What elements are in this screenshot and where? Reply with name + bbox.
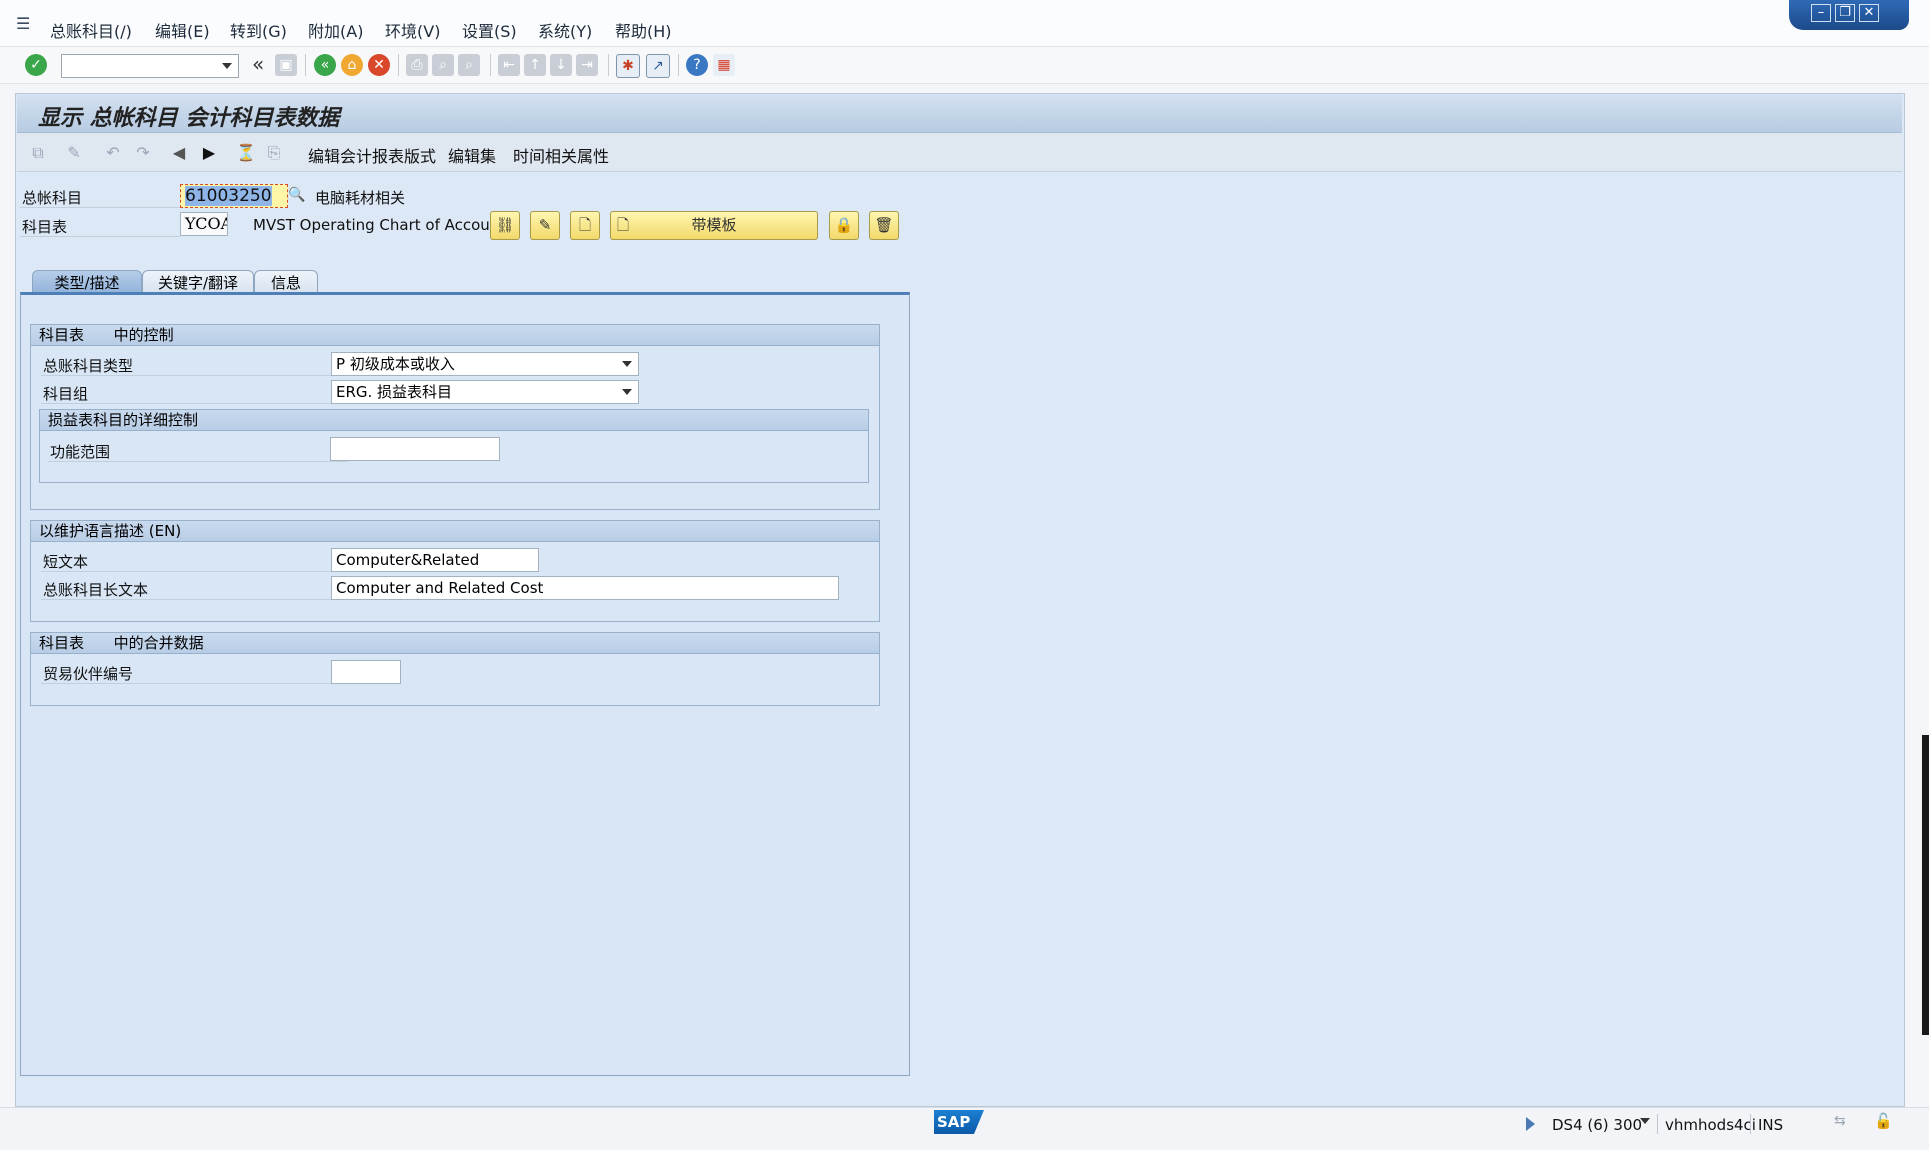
cancel-icon[interactable]: ✕ xyxy=(368,54,390,76)
delete-trash-icon[interactable]: 🗑 xyxy=(869,211,899,240)
redo-icon[interactable]: ↷ xyxy=(133,143,153,163)
status-expand-icon[interactable] xyxy=(1526,1117,1535,1131)
gl-account-description: 电脑耗材相关 xyxy=(315,189,406,207)
save-icon[interactable]: ▣ xyxy=(275,54,297,76)
first-page-icon[interactable]: ⇤ xyxy=(498,54,520,76)
menu-settings[interactable]: 设置(S) xyxy=(462,18,517,42)
menu-gl-account[interactable]: 总账科目(/) xyxy=(50,18,132,42)
window-scrollbar[interactable] xyxy=(1922,735,1929,1035)
window-controls: – ❐ ✕ xyxy=(1789,0,1909,30)
group-description-title: 以维护语言描述 (EN) xyxy=(31,521,879,542)
coa-description: MVST Operating Chart of Accou.. xyxy=(253,216,500,234)
find-icon[interactable]: ⌕ xyxy=(432,54,454,76)
page-title: 显示 总帐科目 会计科目表数据 xyxy=(38,105,340,131)
shortcut-icon[interactable]: ↗ xyxy=(646,54,670,78)
help-icon[interactable]: ? xyxy=(686,54,708,76)
system-info: DS4 (6) 300 xyxy=(1552,1116,1643,1134)
trading-partner-label: 贸易伙伴编号 xyxy=(43,665,134,683)
time-dependent-attributes-button[interactable]: 时间相关属性 xyxy=(513,143,609,167)
lock-icon[interactable]: 🔒 xyxy=(829,211,859,240)
customize-layout-icon[interactable]: ▦ xyxy=(713,54,735,76)
account-group-label: 科目组 xyxy=(43,385,89,403)
previous-arrow-icon[interactable]: ◀ xyxy=(169,143,189,163)
menu-environment[interactable]: 环境(V) xyxy=(385,18,440,42)
edit-fs-version-button[interactable]: 编辑会计报表版式 xyxy=(308,143,436,167)
chevron-down-icon[interactable] xyxy=(222,63,232,69)
create-document-icon[interactable]: 🗋 xyxy=(570,211,600,240)
next-page-icon[interactable]: ↓ xyxy=(550,54,572,76)
chevron-down-icon[interactable] xyxy=(622,361,632,367)
menu-bar: ☰ 总账科目(/) 编辑(E) 转到(G) 附加(A) 环境(V) 设置(S) … xyxy=(0,0,1929,47)
double-chevron-left-icon[interactable]: « xyxy=(252,52,264,76)
switch-display-change-icon[interactable]: ✎ xyxy=(64,143,84,163)
edit-pencil-icon[interactable]: ✎ xyxy=(530,211,560,240)
undo-icon[interactable]: ↶ xyxy=(103,143,123,163)
chevron-down-icon[interactable] xyxy=(622,389,632,395)
other-object-icon[interactable]: ⧉ xyxy=(28,143,48,163)
account-group-select[interactable]: ERG. 损益表科目 xyxy=(331,380,639,404)
trading-partner-input[interactable] xyxy=(331,660,401,684)
group-consolidation-title: 科目表 中的合并数据 xyxy=(31,633,879,654)
gl-account-value: 61003250 xyxy=(185,186,272,206)
menu-extras[interactable]: 附加(A) xyxy=(308,18,363,42)
gl-account-input[interactable]: 61003250 xyxy=(180,184,288,208)
enter-check-icon[interactable]: ✓ xyxy=(25,54,47,76)
application-toolbar xyxy=(17,133,1902,172)
server-name: vhmhods4ci xyxy=(1665,1116,1756,1134)
functional-area-label: 功能范围 xyxy=(50,443,111,461)
menu-edit[interactable]: 编辑(E) xyxy=(155,18,210,42)
account-type-select[interactable]: P 初级成本或收入 xyxy=(331,352,639,376)
menu-system[interactable]: 系统(Y) xyxy=(538,18,592,42)
back-icon[interactable]: « xyxy=(314,54,336,76)
search-help-icon[interactable]: 🔍 xyxy=(288,187,306,207)
insert-mode: INS xyxy=(1758,1116,1784,1134)
next-arrow-icon[interactable]: ▶ xyxy=(199,143,219,163)
group-coa-control-title: 科目表 中的控制 xyxy=(31,325,879,346)
unlock-icon[interactable]: 🔓 xyxy=(1874,1112,1893,1130)
last-page-icon[interactable]: ⇥ xyxy=(576,54,598,76)
link-icon[interactable]: ⛓ xyxy=(490,211,520,240)
with-template-button[interactable]: 🗋 带模板 xyxy=(610,211,818,240)
gl-account-label: 总帐科目 xyxy=(22,189,83,207)
restore-icon[interactable]: ❐ xyxy=(1835,4,1855,22)
pl-detail-control-title: 损益表科目的详细控制 xyxy=(40,410,868,431)
previous-page-icon[interactable]: ↑ xyxy=(524,54,546,76)
command-field[interactable] xyxy=(61,54,239,78)
group-description: 以维护语言描述 (EN) 短文本 Computer&Related 总账科目长文… xyxy=(30,520,880,622)
long-text-label: 总账科目长文本 xyxy=(43,581,149,599)
minimize-icon[interactable]: – xyxy=(1811,4,1831,22)
where-used-icon[interactable]: ⏳ xyxy=(236,143,256,163)
menu-help[interactable]: 帮助(H) xyxy=(615,18,672,42)
menu-icon[interactable]: ☰ xyxy=(16,14,30,33)
account-type-label: 总账科目类型 xyxy=(43,357,134,375)
with-template-label: 带模板 xyxy=(691,216,737,234)
group-consolidation: 科目表 中的合并数据 贸易伙伴编号 xyxy=(30,632,880,706)
coa-label: 科目表 xyxy=(22,218,68,236)
display-object-icon[interactable]: ⎘ xyxy=(264,143,284,163)
menu-goto[interactable]: 转到(G) xyxy=(230,18,287,42)
find-next-icon[interactable]: ⌕ xyxy=(458,54,480,76)
group-pl-detail-control: 损益表科目的详细控制 功能范围 xyxy=(39,409,869,483)
document-icon: 🗋 xyxy=(617,216,630,234)
exit-icon[interactable]: ⌂ xyxy=(341,54,363,76)
long-text-input[interactable]: Computer and Related Cost xyxy=(331,576,839,600)
coa-input[interactable]: YCOA xyxy=(180,212,228,236)
create-session-icon[interactable]: ✱ xyxy=(616,54,640,78)
short-text-input[interactable]: Computer&Related xyxy=(331,548,539,572)
short-text-label: 短文本 xyxy=(43,553,89,571)
close-icon[interactable]: ✕ xyxy=(1859,4,1879,22)
print-icon[interactable]: ⎙ xyxy=(406,54,428,76)
connection-icon: ⇆ xyxy=(1834,1113,1846,1129)
edit-set-button[interactable]: 编辑集 xyxy=(448,143,496,167)
group-coa-control: 科目表 中的控制 总账科目类型 P 初级成本或收入 科目组 ERG. 损益表科目… xyxy=(30,324,880,510)
functional-area-input[interactable] xyxy=(330,437,500,461)
chevron-down-icon[interactable] xyxy=(1640,1118,1650,1124)
